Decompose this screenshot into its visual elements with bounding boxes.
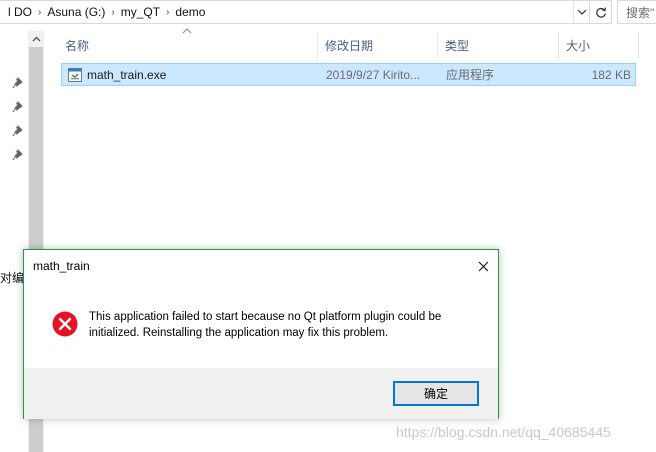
chevron-right-icon[interactable]: ›	[109, 7, 116, 18]
column-header-modified[interactable]: 修改日期	[318, 32, 438, 58]
file-type: 应用程序	[446, 68, 495, 82]
close-icon	[478, 261, 488, 271]
search-input[interactable]: 搜索"	[617, 0, 656, 24]
dialog-footer: 确定	[24, 368, 498, 419]
file-row[interactable]: math_train.exe 2019/9/27 Kirito... 应用程序 …	[61, 63, 636, 86]
file-size: 182 KB	[591, 67, 631, 82]
error-dialog: math_train This application failed to st…	[23, 249, 499, 419]
breadcrumb-item[interactable]: l DO	[4, 5, 36, 19]
refresh-icon	[595, 7, 606, 18]
breadcrumb: l DO › Asuna (G:) › my_QT › demo	[0, 1, 573, 23]
chevron-up-icon	[32, 36, 40, 42]
pin-icon[interactable]	[11, 124, 25, 138]
dialog-title: math_train	[33, 259, 90, 273]
refresh-button[interactable]	[589, 1, 611, 23]
column-header-size[interactable]: 大小	[559, 32, 639, 58]
pin-icon[interactable]	[11, 100, 25, 114]
dialog-message: This application failed to start because…	[89, 311, 442, 339]
chevron-right-icon[interactable]: ›	[36, 7, 43, 18]
file-modified: 2019/9/27 Kirito...	[326, 67, 421, 82]
pin-icon[interactable]	[11, 148, 25, 162]
error-icon	[52, 311, 78, 337]
dialog-close-button[interactable]	[474, 257, 492, 275]
sort-ascending-icon	[182, 28, 192, 34]
file-name[interactable]: math_train.exe	[87, 64, 317, 85]
column-headers: 名称 修改日期 类型 大小	[58, 32, 648, 58]
address-bar[interactable]: l DO › Asuna (G:) › my_QT › demo	[0, 0, 612, 24]
scroll-up-button[interactable]	[28, 31, 44, 47]
breadcrumb-item[interactable]: my_QT	[117, 5, 164, 19]
column-header-type[interactable]: 类型	[438, 32, 559, 58]
breadcrumb-item[interactable]: Asuna (G:)	[43, 5, 109, 19]
ok-button[interactable]: 确定	[393, 381, 479, 406]
breadcrumb-item[interactable]: demo	[171, 5, 209, 19]
chevron-down-icon	[577, 9, 586, 15]
pin-icon[interactable]	[11, 76, 25, 90]
chevron-right-icon[interactable]: ›	[164, 7, 171, 18]
explorer-window: l DO › Asuna (G:) › my_QT › demo 搜索" 对编 …	[0, 0, 656, 452]
exe-file-icon	[68, 68, 82, 82]
watermark: https://blog.csdn.net/qq_40685445	[396, 424, 611, 440]
column-header-name[interactable]: 名称	[58, 32, 318, 58]
address-history-button[interactable]	[573, 1, 589, 23]
